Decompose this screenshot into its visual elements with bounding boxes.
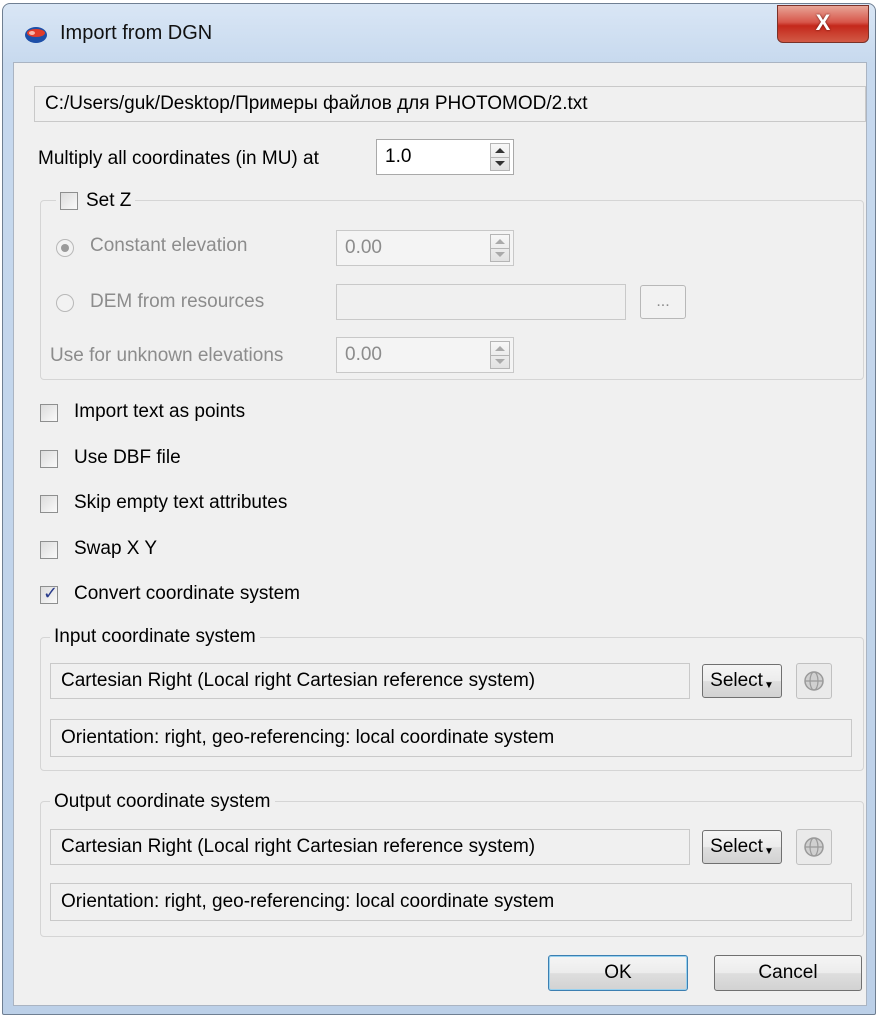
unknown-elevations-value: 0.00 [345, 344, 382, 365]
dem-path-field[interactable] [336, 284, 626, 320]
ok-label: OK [604, 962, 632, 983]
close-icon: X [815, 10, 831, 35]
unknown-elevations-label: Use for unknown elevations [50, 345, 284, 366]
file-path-text: C:/Users/guk/Desktop/Примеры файлов для … [45, 93, 588, 114]
constant-elevation-spinbox[interactable]: 0.00 [336, 230, 514, 266]
multiply-label: Multiply all coordinates (in MU) at [38, 148, 319, 169]
input-cs-select-button[interactable]: Select ▼ [702, 664, 782, 698]
input-cs-orientation: Orientation: right, geo-referencing: loc… [61, 727, 555, 748]
globe-icon [804, 671, 824, 691]
title-bar[interactable]: Import from DGN X [3, 4, 875, 60]
import-text-as-points-checkbox[interactable] [40, 404, 58, 422]
multiply-spin-arrows[interactable] [490, 143, 510, 171]
dropdown-arrow-icon: ▼ [763, 679, 774, 691]
file-path-field: C:/Users/guk/Desktop/Примеры файлов для … [34, 86, 866, 122]
use-dbf-file-checkbox[interactable] [40, 450, 58, 468]
spin-up-icon [495, 148, 505, 153]
spin-up-icon [495, 346, 505, 351]
unknown-elevations-spin-arrows[interactable] [490, 341, 510, 369]
input-cs-name: Cartesian Right (Local right Cartesian r… [61, 670, 536, 691]
set-z-label: Set Z [86, 190, 132, 211]
output-cs-name: Cartesian Right (Local right Cartesian r… [61, 836, 536, 857]
output-cs-name-field: Cartesian Right (Local right Cartesian r… [50, 829, 690, 865]
app-logo-icon [25, 27, 47, 43]
input-cs-legend: Input coordinate system [50, 626, 260, 648]
dem-from-resources-radio[interactable] [56, 294, 74, 312]
multiply-spinbox[interactable]: 1.0 [376, 139, 514, 175]
output-cs-globe-button[interactable] [796, 829, 832, 865]
convert-coordinate-system-label: Convert coordinate system [74, 583, 300, 604]
set-z-checkbox[interactable] [60, 192, 78, 210]
dialog-window: Import from DGN X C:/Users/guk/Desktop/П… [2, 3, 876, 1015]
swap-xy-label: Swap X Y [74, 538, 158, 559]
spin-down-icon [495, 359, 505, 364]
import-text-as-points-label: Import text as points [74, 401, 246, 422]
output-cs-select-label: Select [710, 836, 763, 857]
constant-elevation-radio[interactable] [56, 239, 74, 257]
globe-icon [804, 837, 824, 857]
dem-from-resources-label: DEM from resources [90, 291, 265, 312]
close-button[interactable]: X [777, 5, 869, 43]
spin-up-icon [495, 239, 505, 244]
output-cs-legend: Output coordinate system [50, 791, 275, 813]
output-cs-select-button[interactable]: Select ▼ [702, 830, 782, 864]
constant-elevation-spin-arrows[interactable] [490, 234, 510, 262]
spin-down-icon [495, 252, 505, 257]
input-cs-name-field: Cartesian Right (Local right Cartesian r… [50, 663, 690, 699]
multiply-value: 1.0 [385, 146, 412, 167]
constant-elevation-value: 0.00 [345, 237, 382, 258]
dropdown-arrow-icon: ▼ [763, 845, 774, 857]
spin-down-icon [495, 161, 505, 166]
skip-empty-text-attributes-label: Skip empty text attributes [74, 492, 288, 513]
convert-coordinate-system-checkbox[interactable] [40, 583, 58, 604]
skip-empty-text-attributes-checkbox[interactable] [40, 495, 58, 513]
input-cs-globe-button[interactable] [796, 663, 832, 699]
window-title: Import from DGN [60, 22, 213, 44]
input-cs-select-label: Select [710, 670, 763, 691]
output-cs-orientation-field: Orientation: right, geo-referencing: loc… [50, 883, 852, 921]
dialog-body: C:/Users/guk/Desktop/Примеры файлов для … [13, 62, 867, 1006]
ellipsis-icon: ... [656, 293, 670, 310]
dem-browse-button[interactable]: ... [640, 285, 686, 319]
input-cs-orientation-field: Orientation: right, geo-referencing: loc… [50, 719, 852, 757]
ok-button[interactable]: OK [548, 955, 688, 991]
swap-xy-checkbox[interactable] [40, 541, 58, 559]
constant-elevation-label: Constant elevation [90, 235, 248, 256]
use-dbf-file-label: Use DBF file [74, 447, 181, 468]
cancel-label: Cancel [758, 962, 818, 983]
output-cs-orientation: Orientation: right, geo-referencing: loc… [61, 891, 555, 912]
unknown-elevations-spinbox[interactable]: 0.00 [336, 337, 514, 373]
cancel-button[interactable]: Cancel [714, 955, 862, 991]
set-z-legend: Set Z [56, 189, 136, 213]
